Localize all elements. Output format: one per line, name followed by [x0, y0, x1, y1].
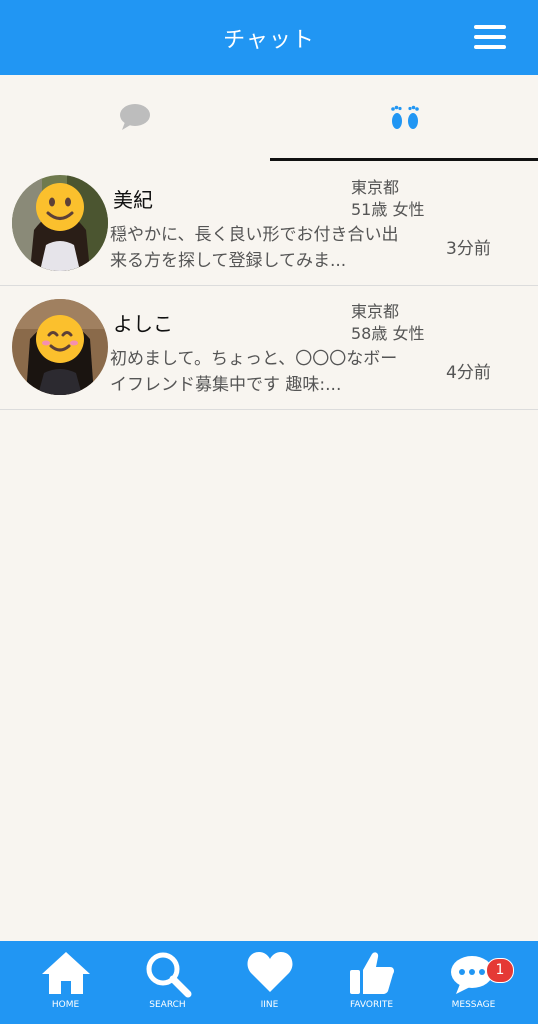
- footprints-icon: [391, 105, 419, 129]
- hamburger-menu-icon[interactable]: [474, 25, 506, 49]
- nav-label: SEARCH: [149, 1000, 186, 1010]
- chat-message-preview: 初めまして。ちょっと、〇〇〇なボーイフレンド募集中です 趣味:...: [110, 349, 398, 395]
- nav-home[interactable]: HOME: [12, 941, 119, 1024]
- chat-message-preview: 穏やかに、長く良い形でお付き合い出来る方を探して登録してみま...: [110, 225, 399, 271]
- chat-name: よしこ: [113, 312, 173, 336]
- chat-name: 美紀: [113, 188, 153, 212]
- avatar: [12, 175, 108, 271]
- chat-timestamp: 3分前: [446, 239, 491, 259]
- nav-label: IINE: [260, 1000, 279, 1010]
- chat-list: 美紀 東京都 51歳 女性 穏やかに、長く良い形でお付き合い出来る方を探して登録…: [0, 162, 538, 410]
- home-icon: [41, 952, 90, 994]
- page-title: チャット: [223, 28, 315, 53]
- nav-label: MESSAGE: [451, 1000, 496, 1010]
- tab-footprints[interactable]: [269, 75, 538, 162]
- chat-list-item[interactable]: 美紀 東京都 51歳 女性 穏やかに、長く良い形でお付き合い出来る方を探して登録…: [0, 162, 538, 286]
- search-icon: [146, 952, 191, 998]
- tab-bar: [0, 75, 538, 162]
- app-header: チャット: [0, 0, 538, 75]
- thumbs-up-icon: [349, 952, 394, 994]
- nav-search[interactable]: SEARCH: [114, 941, 221, 1024]
- tab-chat[interactable]: [0, 75, 269, 162]
- nav-iine[interactable]: IINE: [216, 941, 323, 1024]
- nav-favorite[interactable]: FAVORITE: [318, 941, 425, 1024]
- chat-age-gender: 58歳 女性: [351, 324, 425, 343]
- heart-icon: [247, 952, 292, 992]
- nav-label: FAVORITE: [349, 1000, 394, 1010]
- chat-location: 東京都: [351, 302, 400, 321]
- speech-bubble-icon: [120, 104, 150, 130]
- avatar: [12, 299, 108, 395]
- bottom-nav: HOME SEARCH IINE FAVORITE 1 MESSAGE: [0, 941, 538, 1024]
- chat-timestamp: 4分前: [446, 363, 491, 383]
- chat-list-item[interactable]: よしこ 東京都 58歳 女性 初めまして。ちょっと、〇〇〇なボーイフレンド募集中…: [0, 286, 538, 410]
- nav-label: HOME: [51, 1000, 80, 1010]
- nav-message[interactable]: 1 MESSAGE: [420, 941, 527, 1024]
- unread-badge: 1: [486, 958, 514, 983]
- chat-location: 東京都: [351, 178, 400, 197]
- active-tab-indicator: [270, 158, 538, 161]
- chat-age-gender: 51歳 女性: [351, 200, 425, 219]
